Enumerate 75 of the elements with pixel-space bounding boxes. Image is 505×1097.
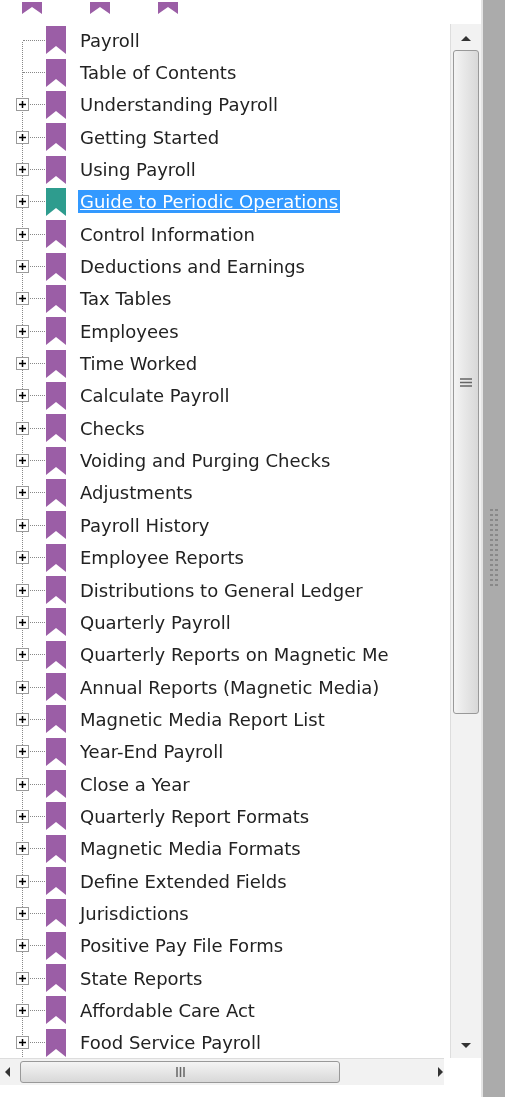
bookmark-icon [22, 2, 42, 14]
tree-item[interactable]: Distributions to General Ledger [78, 578, 365, 602]
scroll-down-icon[interactable] [460, 1042, 472, 1050]
expand-icon[interactable] [16, 486, 29, 500]
expand-icon[interactable] [16, 842, 29, 856]
expand-icon[interactable] [16, 971, 29, 985]
expand-icon[interactable] [16, 1004, 29, 1017]
expand-icon[interactable] [16, 745, 29, 759]
tree-item[interactable]: Payroll History [78, 513, 212, 537]
tree-item[interactable]: Tax Tables [78, 287, 174, 311]
expand-icon[interactable] [16, 551, 29, 565]
expand-icon[interactable] [16, 874, 29, 888]
tree-item[interactable]: Calculate Payroll [78, 384, 232, 408]
expand-icon[interactable] [16, 98, 29, 112]
tree-item[interactable]: Quarterly Payroll [78, 610, 233, 634]
tree-item[interactable]: Define Extended Fields [78, 869, 289, 893]
tree-item[interactable]: Positive Pay File Forms [78, 934, 286, 958]
expand-icon[interactable] [16, 906, 29, 920]
tree-item[interactable]: Year-End Payroll [78, 740, 226, 764]
grip-icon[interactable] [489, 508, 499, 589]
expand-icon[interactable] [16, 648, 29, 662]
expand-icon[interactable] [16, 939, 29, 953]
tree-item[interactable]: Magnetic Media Formats [78, 837, 303, 861]
tree-item[interactable]: Voiding and Purging Checks [78, 449, 333, 473]
expand-icon[interactable] [16, 324, 29, 338]
tree-item[interactable]: Table of Contents [78, 61, 239, 84]
expand-icon[interactable] [16, 389, 29, 403]
expand-icon[interactable] [16, 809, 29, 823]
tree-item[interactable]: Employees [78, 319, 181, 343]
tree-item[interactable]: Checks [78, 416, 147, 440]
tree-item[interactable]: Annual Reports (Magnetic Media) [78, 675, 382, 699]
tree-item[interactable]: Understanding Payroll [78, 93, 281, 117]
bookmark-icon [158, 2, 178, 14]
scrollbar-thumb[interactable] [453, 50, 479, 714]
expand-icon[interactable] [16, 1036, 29, 1050]
scroll-up-icon[interactable] [460, 34, 472, 42]
expand-icon[interactable] [16, 518, 29, 532]
expand-icon[interactable] [16, 227, 29, 241]
expand-icon[interactable] [16, 777, 29, 791]
tree-item[interactable]: Quarterly Reports on Magnetic Me [78, 643, 391, 667]
tree-item[interactable]: Payroll [78, 28, 142, 52]
tree-item[interactable]: Food Service Payroll [78, 1031, 263, 1055]
tree-item[interactable]: Control Information [78, 222, 257, 246]
tree-item[interactable]: Adjustments [78, 481, 195, 505]
scroll-left-icon[interactable] [4, 1066, 12, 1078]
expand-icon[interactable] [16, 421, 29, 435]
expand-icon[interactable] [16, 357, 29, 371]
vertical-scrollbar[interactable] [450, 24, 481, 1058]
tree-item[interactable]: Using Payroll [78, 158, 198, 182]
bookmark-icon [90, 2, 110, 14]
expand-icon[interactable] [16, 292, 29, 306]
scroll-right-icon[interactable] [436, 1066, 444, 1078]
tree-item[interactable]: Jurisdictions [78, 901, 191, 925]
tree-item[interactable]: Magnetic Media Report List [78, 707, 327, 731]
scrollbar-thumb[interactable] [20, 1061, 340, 1083]
tree-item[interactable]: Deductions and Earnings [78, 255, 307, 279]
tree-item[interactable]: Employee Reports [78, 546, 246, 570]
tree-item[interactable]: Getting Started [78, 125, 222, 149]
expand-icon[interactable] [16, 583, 29, 597]
tree-item[interactable]: Quarterly Report Formats [78, 804, 312, 828]
expand-icon[interactable] [16, 260, 29, 274]
grip-icon [175, 1067, 185, 1077]
grip-icon [460, 377, 472, 387]
expand-icon[interactable] [16, 163, 29, 177]
expand-icon[interactable] [16, 130, 29, 144]
expand-icon[interactable] [16, 195, 29, 209]
tree-item[interactable]: Close a Year [78, 772, 192, 796]
expand-icon[interactable] [16, 454, 29, 468]
tree-item[interactable]: Time Worked [78, 352, 200, 376]
tree-item[interactable]: State Reports [78, 966, 205, 990]
horizontal-scrollbar[interactable] [0, 1058, 444, 1085]
tree-item[interactable]: Affordable Care Act [78, 999, 257, 1022]
expand-icon[interactable] [16, 712, 29, 726]
expand-icon[interactable] [16, 615, 29, 629]
expand-icon[interactable] [16, 680, 29, 694]
